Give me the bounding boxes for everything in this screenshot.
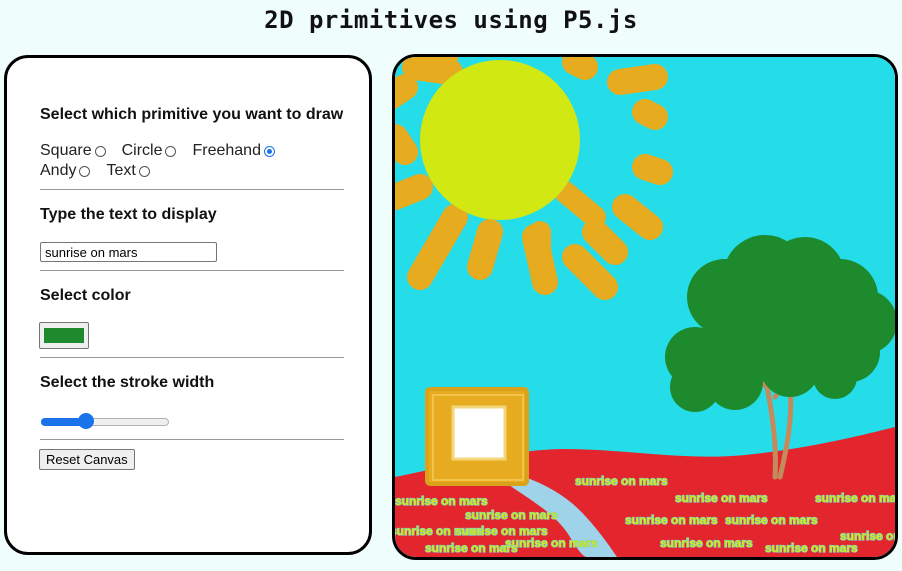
primitive-section-title: Select which primitive you want to draw	[40, 106, 344, 123]
divider	[40, 439, 344, 440]
color-swatch	[44, 328, 84, 343]
radio-label-text: Text	[106, 162, 136, 179]
stamp-text: sunrise on mars	[625, 513, 718, 527]
divider	[40, 357, 344, 358]
sun-ray	[632, 154, 673, 185]
radio-label-andy: Andy	[40, 162, 77, 179]
sun-ray	[632, 99, 668, 130]
stamp-text: sunrise on mars	[575, 474, 668, 488]
stamp-text: sunrise on mars	[725, 513, 818, 527]
color-section-title: Select color	[40, 287, 131, 304]
stamp-text: sunrise on mars	[675, 491, 768, 505]
radio-circle[interactable]	[165, 145, 177, 157]
sun-ray	[395, 74, 418, 109]
controls-panel: Select which primitive you want to draw …	[4, 55, 372, 555]
page-title: 2D primitives using P5.js	[264, 6, 638, 34]
divider	[40, 270, 344, 271]
drawn-square	[425, 387, 529, 486]
square-white	[451, 405, 507, 461]
stamp-text: sunrise on mars	[425, 541, 518, 555]
radio-freehand[interactable]	[263, 145, 275, 157]
sun-ray	[562, 57, 598, 80]
sun-ray	[607, 64, 668, 95]
sun-ray	[467, 219, 503, 280]
text-section-title: Type the text to display	[40, 206, 217, 223]
slider-thumb[interactable]	[77, 413, 94, 429]
radio-square[interactable]	[94, 145, 106, 157]
stamp-text: sunrise on mars	[465, 508, 558, 522]
stamp-text: sunrise on mars	[505, 536, 598, 550]
radio-label-square: Square	[40, 142, 92, 159]
display-text-input[interactable]	[40, 242, 217, 262]
sun-ray	[412, 57, 458, 75]
stamp-text: sunrise on mars	[395, 494, 488, 508]
stroke-section-title: Select the stroke width	[40, 374, 215, 391]
sun-ray	[582, 219, 628, 265]
sun-ray	[395, 174, 433, 210]
stamp-text: sunrise on mars	[815, 491, 895, 505]
drawing-canvas[interactable]: sunrise on mars sunrise on mars sunrise on…	[392, 54, 898, 560]
sun-ray	[395, 124, 418, 165]
primitive-radio-row-1: Square Circle Freehand	[40, 142, 291, 160]
radio-andy[interactable]	[79, 165, 91, 177]
tree-canopy	[760, 337, 820, 397]
reset-canvas-button[interactable]: Reset Canvas	[39, 449, 135, 470]
radio-label-freehand: Freehand	[192, 142, 261, 159]
divider	[40, 189, 344, 190]
primitive-radio-row-2: Andy Text	[40, 162, 166, 180]
stamp-text: sunrise on mars	[765, 541, 858, 555]
radio-label-circle: Circle	[121, 142, 163, 159]
color-picker[interactable]	[39, 322, 89, 349]
canvas-drawing: sunrise on marssunrise on mars sunrise on…	[395, 57, 895, 557]
sun	[420, 60, 580, 220]
stamp-text: sunrise on mars	[660, 536, 753, 550]
tree-canopy	[707, 354, 763, 410]
tree-canopy	[813, 355, 857, 399]
stamp-text: sunrise on mars	[840, 529, 895, 543]
radio-text[interactable]	[138, 165, 150, 177]
sun-ray	[612, 194, 663, 240]
